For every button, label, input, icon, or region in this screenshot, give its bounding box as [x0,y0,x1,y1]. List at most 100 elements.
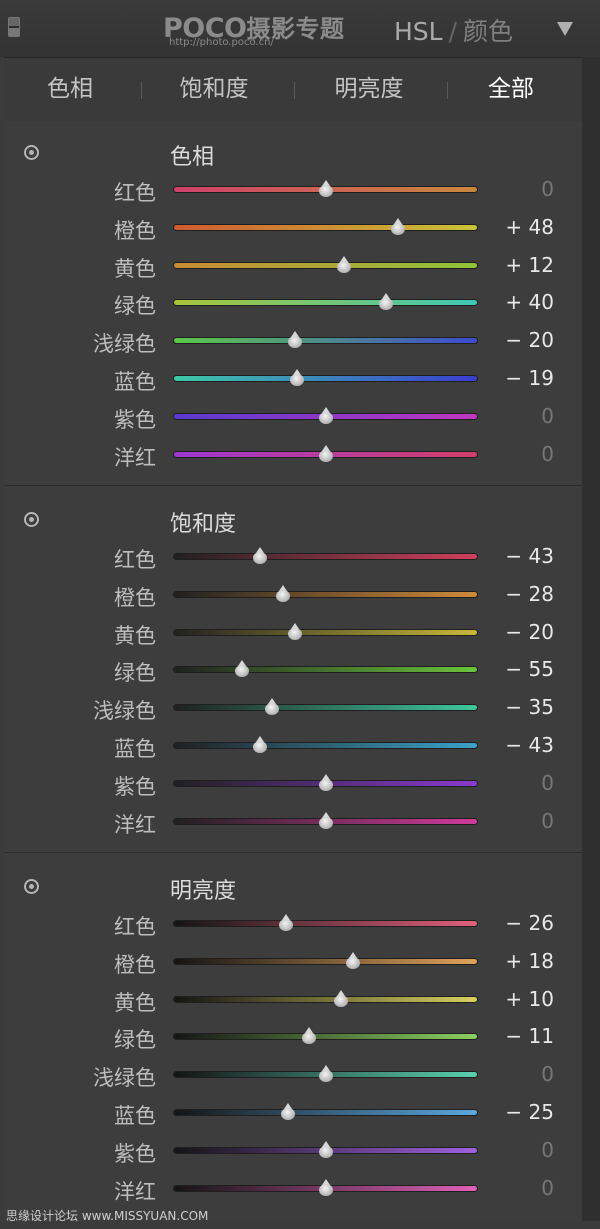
slider-track[interactable] [174,180,477,197]
slider-value[interactable]: + 12 [505,253,554,277]
slider-row: 黄色 + 12 [4,246,582,284]
panel-toggle-icon[interactable] [8,17,20,37]
slider-thumb[interactable] [287,622,303,641]
slider-value[interactable]: + 10 [505,987,554,1011]
slider-thumb[interactable] [318,444,334,463]
slider-track[interactable] [174,331,477,349]
slider-value[interactable]: − 11 [505,1024,554,1048]
tab-2[interactable]: 明亮度 [294,58,444,121]
panel-title-color[interactable]: 颜色 [463,17,513,46]
slider-track[interactable] [174,255,477,273]
slider-track[interactable] [174,914,477,931]
slider-track[interactable] [174,1140,477,1158]
slider-value[interactable]: − 35 [505,695,554,719]
slider-track[interactable] [174,444,477,462]
slider-value[interactable]: 0 [541,1062,554,1086]
tab-1[interactable]: 饱和度 [139,58,289,121]
slider-track[interactable] [174,369,477,386]
slider-thumb[interactable] [318,406,334,425]
slider-thumb[interactable] [318,1065,334,1083]
slider-thumb[interactable] [280,1103,296,1121]
section-title: 明亮度 [170,879,237,904]
slider-thumb[interactable] [336,255,352,274]
slider-value[interactable]: − 20 [505,620,554,644]
slider-thumb[interactable] [390,217,406,236]
tab-3[interactable]: 全部 [451,58,571,121]
slider-track[interactable] [174,622,477,640]
slider-value[interactable]: + 48 [505,215,554,239]
panel-title[interactable]: HSL / 颜色 [394,12,513,48]
slider-thumb[interactable] [252,736,268,754]
slider-value[interactable]: − 55 [505,657,554,681]
slider-value[interactable]: − 26 [505,911,554,935]
slider-row: 黄色 + 10 [4,980,582,1018]
hsl-panel: POCO摄影专题 http://photo.poco.cn/ HSL / 颜色 色相… [0,0,600,1229]
slider-thumb[interactable] [378,293,394,311]
slider-value[interactable]: + 40 [505,290,554,314]
slider-thumb[interactable] [234,660,250,678]
slider-track[interactable] [174,406,477,424]
slider-track[interactable] [174,1103,477,1120]
panel-header[interactable]: POCO摄影专题 http://photo.poco.cn/ HSL / 颜色 [0,0,600,57]
slider-track[interactable] [174,293,477,311]
slider-thumb[interactable] [275,584,291,603]
slider-track[interactable] [174,951,477,969]
slider-label: 黄色 [114,623,156,648]
slider-track[interactable] [174,217,477,235]
tab-0[interactable]: 色相 [5,58,135,121]
scrollbar[interactable] [582,57,600,1221]
panel-title-hsl[interactable]: HSL [394,17,443,46]
slider-label: 黄色 [114,990,156,1015]
slider-thumb[interactable] [318,773,334,792]
collapse-triangle-icon[interactable] [557,22,573,36]
slider-value[interactable]: − 20 [505,328,554,352]
slider-thumb[interactable] [318,1140,334,1159]
slider-track[interactable] [174,989,477,1007]
slider-label: 橙色 [114,218,156,243]
slider-thumb[interactable] [318,811,334,830]
slider-value[interactable]: 0 [541,177,554,201]
slider-thumb[interactable] [252,547,268,565]
slider-value[interactable]: + 18 [505,949,554,973]
slider-track[interactable] [174,584,477,602]
slider-value[interactable]: 0 [541,809,554,833]
slider-track[interactable] [174,698,477,716]
slider-value[interactable]: 0 [541,1176,554,1200]
slider-thumb[interactable] [333,989,349,1008]
slider-track[interactable] [174,1065,477,1083]
slider-row: 蓝色 − 43 [4,726,582,764]
slider-label: 紫色 [114,774,156,799]
tab-separator [141,82,142,99]
slider-thumb[interactable] [289,369,305,387]
slider-value[interactable]: 0 [541,404,554,428]
target-adjust-icon[interactable] [24,512,39,527]
slider-value[interactable]: − 28 [505,582,554,606]
slider-track[interactable] [174,773,477,791]
slider-value[interactable]: 0 [541,1138,554,1162]
slider-row: 绿色 − 55 [4,650,582,688]
slider-track[interactable] [174,547,477,564]
slider-value[interactable]: 0 [541,442,554,466]
slider-track[interactable] [174,811,477,829]
slider-thumb[interactable] [345,951,361,970]
slider-value[interactable]: − 43 [505,733,554,757]
slider-thumb[interactable] [301,1027,317,1045]
target-adjust-icon[interactable] [24,145,39,160]
slider-thumb[interactable] [287,331,303,349]
slider-row: 红色 0 [4,170,582,208]
slider-track[interactable] [174,660,477,678]
target-adjust-icon[interactable] [24,879,39,894]
slider-value[interactable]: − 43 [505,544,554,568]
slider-thumb[interactable] [318,1178,334,1197]
slider-thumb[interactable] [318,180,334,198]
slider-track[interactable] [174,1178,477,1196]
slider-label: 洋红 [114,1179,156,1204]
slider-track[interactable] [174,1027,477,1045]
slider-value[interactable]: − 19 [505,366,554,390]
slider-value[interactable]: 0 [541,771,554,795]
slider-thumb[interactable] [264,698,280,716]
slider-thumb[interactable] [278,914,294,932]
slider-label: 洋红 [114,812,156,837]
slider-value[interactable]: − 25 [505,1100,554,1124]
slider-track[interactable] [174,736,477,753]
